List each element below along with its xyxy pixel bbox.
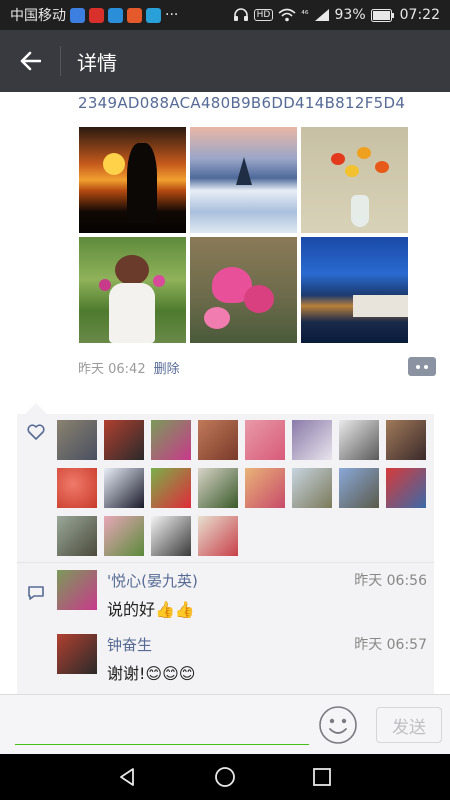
battery-percent: 93% [334, 7, 366, 23]
avatar[interactable] [386, 420, 426, 460]
page-title: 详情 [77, 50, 117, 75]
app-notification-icon [70, 7, 85, 23]
post-meta: 昨天 06:42 删除 [78, 358, 180, 377]
avatar[interactable] [198, 468, 238, 508]
comments-panel: '悦心(晏九英) 昨天 06:56 说的好👍👍 钟奋生 昨天 06:57 谢谢!… [17, 563, 434, 694]
emoji-icon[interactable] [318, 705, 358, 745]
avatar[interactable] [151, 420, 191, 460]
avatar[interactable] [198, 420, 238, 460]
delete-link[interactable]: 删除 [154, 358, 180, 377]
comment-input-bar: 发送 [0, 694, 450, 754]
more-notifications-icon: ··· [165, 7, 179, 23]
post-time: 昨天 06:42 [78, 362, 146, 377]
app-notification-icon [89, 7, 104, 23]
comment-text: 说的好👍👍 [107, 600, 195, 619]
comment-time: 昨天 06:57 [354, 637, 427, 653]
avatar[interactable] [57, 420, 97, 460]
headphones-icon [233, 8, 248, 21]
app-notification-icon [146, 7, 161, 23]
avatar[interactable] [104, 468, 144, 508]
likes-panel [17, 414, 434, 562]
status-bar: 中国移动 ··· HD ⁴⁶ 93% 07:22 [0, 0, 450, 30]
post-detail[interactable]: 2349AD088ACA480B9B6DD414B812F5D4 昨天 06:4… [0, 92, 450, 694]
more-icon [416, 364, 420, 369]
avatar[interactable] [57, 634, 97, 674]
avatar[interactable] [104, 516, 144, 556]
more-button[interactable] [408, 357, 436, 376]
back-arrow-icon [20, 51, 41, 71]
comment-item[interactable]: 钟奋生 昨天 06:57 谢谢!😊😊😊 [57, 634, 427, 690]
avatar[interactable] [245, 420, 285, 460]
comment-input[interactable] [15, 707, 309, 745]
avatar[interactable] [57, 516, 97, 556]
post-text: 2349AD088ACA480B9B6DD414B812F5D4 [78, 94, 406, 112]
avatar[interactable] [339, 468, 379, 508]
comment-item[interactable]: '悦心(晏九英) 昨天 06:56 说的好👍👍 [57, 570, 427, 626]
photo-thumbnail[interactable] [190, 237, 297, 343]
avatar[interactable] [292, 468, 332, 508]
title-bar: 详情 [0, 30, 450, 92]
photo-grid [79, 127, 409, 343]
send-button[interactable]: 发送 [376, 707, 442, 743]
photo-thumbnail[interactable] [79, 127, 186, 233]
more-icon [424, 364, 428, 369]
avatar[interactable] [198, 516, 238, 556]
comment-author[interactable]: 钟奋生 [107, 634, 152, 655]
comment-time: 昨天 06:56 [354, 573, 427, 589]
avatar[interactable] [151, 468, 191, 508]
nav-back-icon[interactable] [117, 766, 139, 788]
comment-icon [28, 586, 44, 600]
avatar[interactable] [245, 468, 285, 508]
carrier-label: 中国移动 [10, 8, 66, 24]
nav-home-icon[interactable] [214, 766, 236, 788]
photo-thumbnail[interactable] [190, 127, 297, 233]
nav-recents-icon[interactable] [311, 766, 333, 788]
photo-thumbnail[interactable] [301, 237, 408, 343]
avatar[interactable] [339, 420, 379, 460]
hd-badge: HD [253, 9, 274, 21]
photo-thumbnail[interactable] [79, 237, 186, 343]
clock: 07:22 [399, 7, 440, 23]
wifi-icon [278, 8, 296, 22]
likes-pointer [25, 403, 47, 414]
app-notification-icon [127, 7, 142, 23]
app-notification-icon [108, 7, 123, 23]
avatar[interactable] [386, 468, 426, 508]
avatar[interactable] [57, 570, 97, 610]
avatar[interactable] [57, 468, 97, 508]
system-nav-bar [0, 754, 450, 800]
signal-icon [314, 9, 329, 21]
battery-icon [370, 8, 394, 22]
liker-avatars [57, 420, 433, 556]
avatar[interactable] [292, 420, 332, 460]
network-type: ⁴⁶ [301, 10, 309, 20]
photo-thumbnail[interactable] [301, 127, 408, 233]
avatar[interactable] [104, 420, 144, 460]
title-divider [60, 46, 61, 76]
heart-icon [27, 424, 45, 440]
comment-author[interactable]: '悦心(晏九英) [107, 570, 198, 591]
back-button[interactable] [0, 30, 60, 92]
avatar[interactable] [151, 516, 191, 556]
comment-text: 谢谢!😊😊😊 [107, 664, 196, 683]
